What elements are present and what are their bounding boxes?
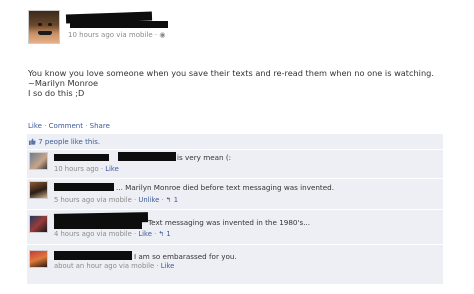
comment-unlike-link[interactable]: Unlike [138,196,159,204]
redacted-commenter-name [54,222,142,229]
commenter-avatar[interactable] [29,181,48,199]
comment-like-link[interactable]: Like [138,230,152,238]
avatar-mustache [38,31,52,35]
post-body: You know you love someone when you save … [28,68,434,98]
commenter-avatar[interactable] [29,215,48,233]
redacted-poster-name [70,21,168,28]
globe-icon: ◉ [159,31,166,39]
like-count-icon: ↰ [158,230,165,238]
comment-text: Text messaging was invented in the 1980'… [148,218,311,227]
redacted-commenter-name [118,152,176,161]
avatar-eye [48,23,52,26]
thumbs-up-icon [29,138,36,145]
comment-like-count[interactable]: ↰ 1 [166,196,178,204]
comment-timestamp[interactable]: about an hour ago via mobile [54,262,154,270]
post-text-line: You know you love someone when you save … [28,68,434,78]
post-actions: Like · Comment · Share [28,122,110,130]
comment-timestamp[interactable]: 10 hours ago [54,165,99,173]
comment-meta: 4 hours ago via mobile · Like · ↰ 1 [54,230,171,238]
likes-summary: 7 people like this. [29,138,100,146]
divider [27,149,443,150]
post-text-line: ~Marilyn Monroe [28,78,98,88]
redacted-commenter-name [54,183,114,191]
divider [27,209,443,210]
likes-count-link[interactable]: 7 people like this. [38,138,100,146]
redacted-commenter-name [54,154,109,161]
comment-meta: 5 hours ago via mobile · Unlike · ↰ 1 [54,196,179,204]
divider [27,178,443,179]
comment-meta: 10 hours ago · Like [54,165,119,173]
redacted-commenter-name [54,251,132,260]
comment-meta: about an hour ago via mobile · Like [54,262,175,270]
share-link[interactable]: Share [90,122,110,130]
comment-text: is very mean (: [177,153,232,162]
comment-text: I am so embarassed for you. [134,252,237,261]
commenter-avatar[interactable] [29,152,48,170]
comment-timestamp[interactable]: 4 hours ago via mobile [54,230,132,238]
comment-like-link[interactable]: Like [105,165,119,173]
comment-like-link[interactable]: Like [161,262,175,270]
post-text-line: I so do this ;D [28,88,85,98]
commenter-avatar[interactable] [29,250,48,268]
divider [27,244,443,245]
poster-avatar[interactable] [28,10,60,44]
comment-text: ... Marilyn Monroe died before text mess… [116,183,335,192]
comment-link[interactable]: Comment [49,122,83,130]
like-count-icon: ↰ [165,196,172,204]
avatar-eye [38,23,42,26]
comment-like-count[interactable]: ↰ 1 [158,230,170,238]
post-timestamp[interactable]: 10 hours ago via mobile [68,31,153,39]
post-meta: 10 hours ago via mobile · ◉ [68,31,166,39]
like-link[interactable]: Like [28,122,42,130]
comment-timestamp[interactable]: 5 hours ago via mobile [54,196,132,204]
